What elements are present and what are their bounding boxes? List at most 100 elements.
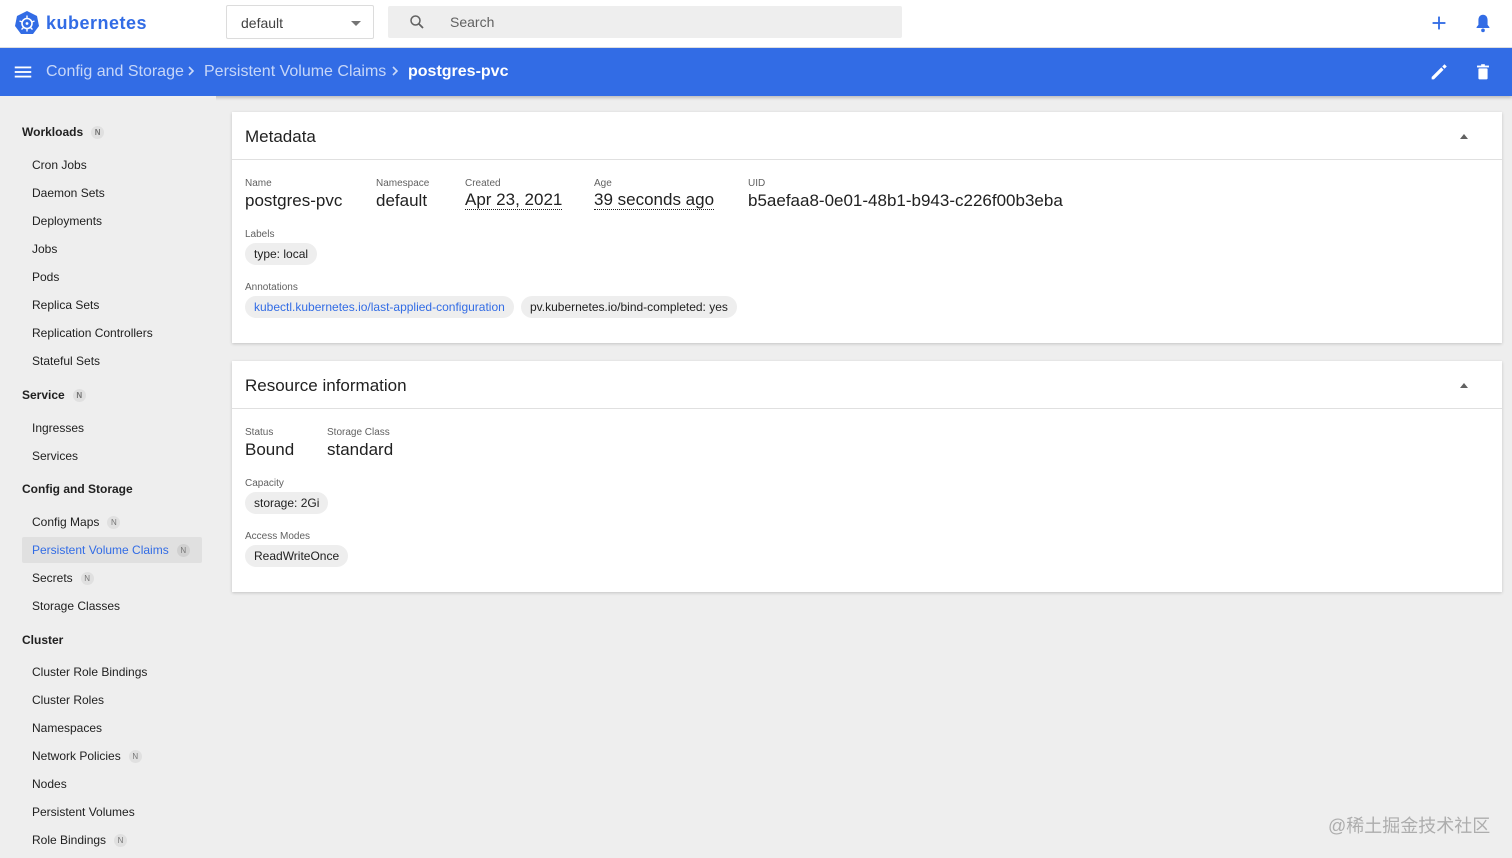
sidebar-item-label: Jobs <box>32 242 58 256</box>
sidebar-item-label: Config Maps <box>32 515 100 529</box>
sidebar-item-label: Replication Controllers <box>32 326 153 340</box>
top-bar: kubernetes default Search <box>0 0 1512 48</box>
sidebar-item-label: Role Bindings <box>32 833 107 847</box>
search-icon <box>410 15 424 29</box>
sidebar-item-ingresses[interactable]: Ingresses <box>22 415 202 441</box>
sidebar-item-network-policies[interactable]: Network Policies N <box>22 743 202 769</box>
kubernetes-wheel-icon <box>15 11 39 34</box>
field-label: Created <box>465 178 501 189</box>
sidebar-item-daemon-sets[interactable]: Daemon Sets <box>22 180 202 206</box>
namespaced-badge: N <box>176 544 190 557</box>
namespaced-badge: N <box>91 126 105 139</box>
sidebar-item-label: Persistent Volumes <box>32 805 135 819</box>
collapse-caret-icon[interactable] <box>1460 383 1468 388</box>
sidebar-item-label: Replica Sets <box>32 298 100 312</box>
annotation-chip-link[interactable]: kubectl.kubernetes.io/last-applied-confi… <box>245 296 514 318</box>
sidebar-item-pods[interactable]: Pods <box>22 264 202 290</box>
chevron-right-icon <box>188 66 195 76</box>
kubernetes-logo[interactable]: kubernetes <box>14 10 147 36</box>
menu-icon[interactable] <box>12 61 34 83</box>
field-value: postgres-pvc <box>245 191 343 210</box>
namespaced-badge: N <box>80 572 94 585</box>
field-label: Capacity <box>245 478 284 489</box>
field-label: Status <box>245 427 274 438</box>
search-input[interactable]: Search <box>388 6 902 38</box>
field-label: UID <box>748 178 766 189</box>
sidebar-item-storage-classes[interactable]: Storage Classes <box>22 593 202 619</box>
sidebar-item-jobs[interactable]: Jobs <box>22 236 202 262</box>
breadcrumb-config-and-storage[interactable]: Config and Storage <box>46 63 184 81</box>
created-field: Created Apr 23, 2021 <box>465 178 563 210</box>
storage-class-field: Storage Class standard <box>327 427 393 460</box>
sidebar-item-persistent-volume-claims[interactable]: Persistent Volume Claims N <box>22 537 202 563</box>
labels-field: Labels <box>245 229 274 240</box>
field-value: Bound <box>245 440 295 459</box>
namespaced-badge: N <box>114 834 128 847</box>
sidebar-item-label: Deployments <box>32 214 103 228</box>
sidebar-item-label: Network Policies <box>32 749 121 763</box>
sidebar-item-replication-controllers[interactable]: Replication Controllers <box>22 320 202 346</box>
delete-trash-icon[interactable] <box>1472 61 1494 83</box>
add-resource-icon[interactable] <box>1428 12 1450 34</box>
sidebar-section-config-and-storage[interactable]: Config and Storage <box>22 482 133 496</box>
sidebar-item-role-bindings[interactable]: Role Bindings N <box>22 827 202 853</box>
sidebar-section-title: Cluster <box>22 633 64 647</box>
notifications-bell-icon[interactable] <box>1472 12 1494 34</box>
sidebar: Workloads N Cron Jobs Daemon Sets Deploy… <box>0 96 216 858</box>
breadcrumb-persistent-volume-claims[interactable]: Persistent Volume Claims <box>204 63 386 81</box>
sidebar-section-title: Service <box>22 388 65 402</box>
sidebar-item-cluster-role-bindings[interactable]: Cluster Role Bindings <box>22 659 202 685</box>
sidebar-item-stateful-sets[interactable]: Stateful Sets <box>22 348 202 374</box>
field-label: Name <box>245 178 272 189</box>
sidebar-item-label: Cluster Roles <box>32 693 105 707</box>
sidebar-item-persistent-volumes[interactable]: Persistent Volumes <box>22 799 202 825</box>
field-value[interactable]: Apr 23, 2021 <box>465 191 563 210</box>
sidebar-item-label: Stateful Sets <box>32 354 101 368</box>
watermark: @稀土掘金技术社区 <box>1328 816 1491 836</box>
field-label: Age <box>594 178 612 189</box>
sidebar-item-label: Cluster Role Bindings <box>32 665 148 679</box>
annotations-field: Annotations <box>245 282 298 293</box>
resource-information-card: Resource information Status Bound Storag… <box>232 361 1502 592</box>
sidebar-item-label: Namespaces <box>32 721 103 735</box>
chevron-right-icon <box>392 66 399 76</box>
field-value: standard <box>327 440 394 459</box>
sidebar-section-title: Config and Storage <box>22 482 133 496</box>
sidebar-item-label: Daemon Sets <box>32 186 105 200</box>
field-label: Storage Class <box>327 427 390 438</box>
field-label: Annotations <box>245 282 298 293</box>
caret-down-icon <box>351 21 361 26</box>
field-value: default <box>376 191 428 210</box>
breadcrumb-current: postgres-pvc <box>408 63 509 80</box>
field-label: Access Modes <box>245 531 311 542</box>
sidebar-item-config-maps[interactable]: Config Maps N <box>22 509 202 535</box>
sidebar-item-nodes[interactable]: Nodes <box>22 771 202 797</box>
brand-name: kubernetes <box>46 12 148 33</box>
uid-field: UID b5aefaa8-0e01-48b1-b943-c226f00b3eba <box>748 178 1063 211</box>
namespace-select[interactable]: default <box>226 5 374 39</box>
field-value[interactable]: 39 seconds ago <box>594 191 715 210</box>
namespace-select-value: default <box>241 15 284 31</box>
sidebar-item-services[interactable]: Services <box>22 443 202 469</box>
collapse-caret-icon[interactable] <box>1460 134 1468 139</box>
breadcrumb-bar: Config and Storage Persistent Volume Cla… <box>0 48 1512 96</box>
sidebar-item-label: Ingresses <box>32 421 85 435</box>
sidebar-item-label: Nodes <box>32 777 67 791</box>
sidebar-item-cron-jobs[interactable]: Cron Jobs <box>22 152 202 178</box>
sidebar-section-workloads[interactable]: Workloads N <box>22 125 105 139</box>
sidebar-section-cluster[interactable]: Cluster <box>22 633 63 647</box>
sidebar-item-replica-sets[interactable]: Replica Sets <box>22 292 202 318</box>
capacity-chip: storage: 2Gi <box>245 492 329 514</box>
sidebar-section-service[interactable]: Service N <box>22 388 86 402</box>
card-title: Metadata <box>245 127 316 146</box>
sidebar-item-secrets[interactable]: Secrets N <box>22 565 202 591</box>
sidebar-item-deployments[interactable]: Deployments <box>22 208 202 234</box>
metadata-card-header[interactable]: Metadata <box>232 112 1502 160</box>
sidebar-item-namespaces[interactable]: Namespaces <box>22 715 202 741</box>
resource-card-header[interactable]: Resource information <box>232 361 1502 409</box>
namespaced-badge: N <box>128 750 142 763</box>
metadata-card: Metadata Name postgres-pvc Namespace def… <box>232 112 1502 343</box>
sidebar-item-cluster-roles[interactable]: Cluster Roles <box>22 687 202 713</box>
sidebar-item-label: Storage Classes <box>32 599 121 613</box>
edit-pencil-icon[interactable] <box>1428 61 1450 83</box>
